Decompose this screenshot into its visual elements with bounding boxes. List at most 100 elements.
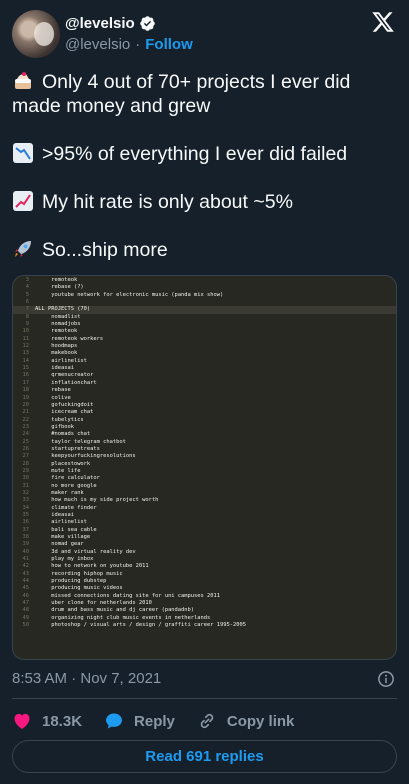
code-line-text: how to network on youtube 2011 (35, 563, 149, 570)
line-number: 50 (22, 622, 30, 629)
x-logo-icon[interactable] (371, 10, 395, 34)
code-line-text: no more google (35, 482, 97, 489)
line-number: 5 (25, 291, 29, 298)
code-line: 29 mute life (13, 468, 396, 475)
line-number: 20 (22, 401, 30, 408)
line-number: 27 (22, 453, 30, 460)
code-line-text: taylor telegram chatbot (35, 438, 126, 445)
line-number: 36 (22, 519, 30, 526)
code-line-text: nomad gear (35, 541, 84, 548)
tweet-timestamp[interactable]: 8:53 AM · Nov 7, 2021 (12, 670, 161, 687)
code-line-text: hoodmaps (35, 343, 78, 350)
display-name[interactable]: @levelsio (65, 15, 135, 32)
follow-button[interactable]: Follow (145, 36, 193, 53)
code-line: 49 organizing night club music events in… (13, 615, 396, 622)
code-line-text: climate finder (35, 504, 97, 511)
code-line: 14 airlinelist (13, 358, 396, 365)
code-line: 19 colive (13, 395, 396, 402)
like-count: 18.3K (42, 712, 83, 730)
line-number: 9 (25, 321, 29, 328)
line-number: 41 (22, 556, 30, 563)
tweet-line: So...ship more (12, 238, 397, 262)
read-replies-button[interactable]: Read 691 replies (12, 740, 397, 773)
code-line-text: organizing night club music events in ne… (35, 614, 211, 621)
code-line-text: bali sea cable (35, 526, 97, 533)
code-line: 42 how to network on youtube 2011 (13, 563, 396, 570)
code-editor-content: 3 remoteok 4 rebase (?) 5 youtube network … (13, 276, 396, 659)
reply-button[interactable]: Reply (104, 711, 175, 731)
line-number: 23 (22, 423, 30, 430)
tweet-line-text: >95% of everything I ever did failed (42, 143, 348, 165)
code-line: 18 rebase (13, 387, 396, 394)
code-line-text: ideasai (35, 365, 74, 372)
code-line: 35 ideasai (13, 512, 396, 519)
tweet-actions: 18.3K Reply Copy link (12, 709, 316, 733)
info-icon[interactable] (377, 670, 395, 688)
line-number: 34 (22, 504, 30, 511)
line-number: 21 (22, 409, 30, 416)
code-line-text: makebook (35, 350, 78, 357)
code-line-text: make village (35, 534, 91, 541)
line-number: 49 (22, 614, 30, 621)
code-line: 37 bali sea cable (13, 527, 396, 534)
code-line: 39 nomad gear (13, 541, 396, 548)
line-number: 35 (22, 512, 30, 518)
code-line-text: remoteok (35, 277, 78, 283)
heart-icon (14, 713, 30, 729)
code-line: 9 nomadjobs (13, 321, 396, 328)
code-line-text: missed connections dating site for uni c… (35, 592, 220, 599)
code-line: 30 fire calculator (13, 475, 396, 482)
code-line-text: #nomads chat (35, 431, 91, 438)
code-line-text: airlinelist (35, 357, 87, 364)
line-number: 15 (22, 365, 30, 372)
line-number: 46 (22, 592, 30, 599)
avatar[interactable] (12, 10, 60, 58)
code-line: 12 hoodmaps (13, 343, 396, 350)
code-line: 23 gifbook (13, 424, 396, 431)
code-line: 44 producing dubstep (13, 578, 396, 585)
code-screenshot-image[interactable]: 3 remoteok 4 rebase (?) 5 youtube network … (12, 275, 397, 660)
line-number: 11 (22, 335, 30, 342)
code-line: 36 airlinelist (13, 519, 396, 526)
code-line: 41 play my inbox (13, 556, 396, 563)
code-line: 28 placestowork (13, 461, 396, 468)
copy-link-label: Copy link (226, 712, 295, 730)
line-number: 26 (22, 445, 30, 452)
line-number: 31 (22, 482, 30, 489)
line-number: 32 (22, 489, 30, 496)
line-number: 28 (22, 460, 30, 467)
line-number: 48 (22, 607, 30, 614)
code-line: 15 ideasai (13, 365, 396, 372)
line-number: 16 (22, 372, 30, 379)
code-line-text: inflationchart (35, 379, 97, 386)
code-line-text: ALL PROJECTS (70) (35, 306, 91, 313)
like-button[interactable]: 18.3K (12, 711, 82, 731)
code-line: 5 youtube network for electronic music (… (13, 292, 396, 299)
code-line: 6 (13, 299, 396, 306)
code-line: 8 nomadlist (13, 314, 396, 321)
reply-bubble-icon (106, 713, 122, 729)
code-line-text: gifbook (35, 423, 74, 430)
line-number: 22 (22, 416, 30, 423)
line-number: 43 (22, 570, 30, 577)
code-line-text: colive (35, 394, 71, 401)
handle[interactable]: @levelsio (65, 36, 130, 53)
code-line-text: keepyourfuckingresolutions (35, 453, 136, 460)
code-line-text: startupretreats (35, 445, 100, 452)
code-line-text: rebase (35, 387, 71, 394)
separator-dot: · (135, 36, 141, 53)
code-line: 48 drum and bass music and dj career (pa… (13, 607, 396, 614)
line-number: 4 (25, 284, 29, 291)
code-line-text: how much is my side project worth (35, 497, 159, 504)
tweet-line: My hit rate is only about ~5% (12, 190, 397, 214)
line-number: 45 (22, 585, 30, 592)
code-line-text: gofuckingdoit (35, 401, 94, 408)
code-line-text: qrmenucreator (35, 372, 94, 379)
code-line: 34 climate finder (13, 505, 396, 512)
code-line: 24 #nomads chat (13, 431, 396, 438)
copy-link-button[interactable]: Copy link (197, 711, 295, 731)
line-number: 42 (22, 563, 30, 570)
tweet-header: @levelsio @levelsio · Follow (12, 10, 397, 58)
code-line: 25 taylor telegram chatbot (13, 439, 396, 446)
code-line-text: uber clone for netherlands 2010 (35, 600, 152, 607)
